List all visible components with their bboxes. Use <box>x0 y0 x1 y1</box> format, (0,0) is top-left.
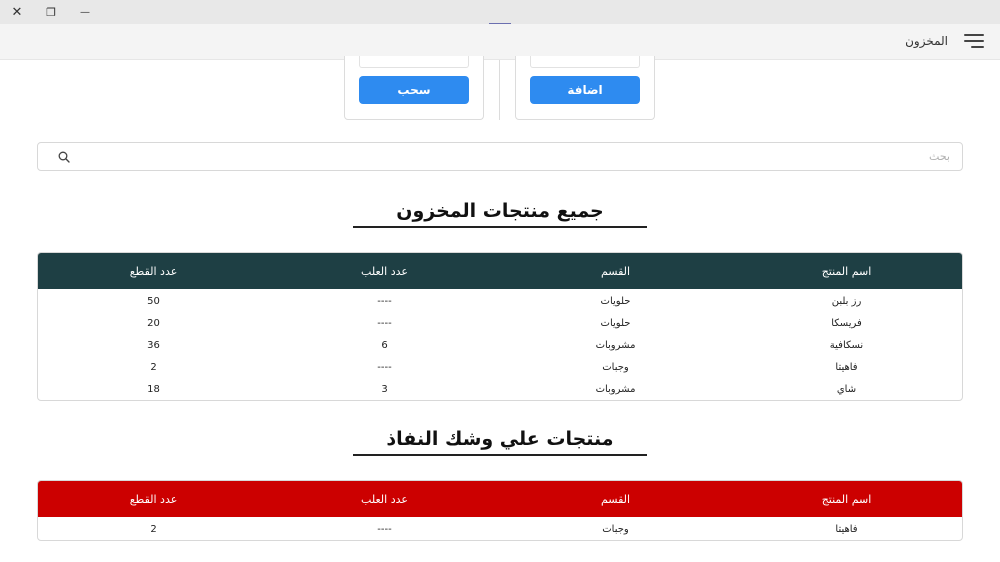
table-cell: 18 <box>147 383 160 395</box>
search-icon[interactable] <box>58 151 70 163</box>
minimize-icon[interactable]: — <box>68 0 102 24</box>
table-cell: 20 <box>147 317 160 329</box>
table-cell: حلويات <box>600 295 631 307</box>
column-header: القسم <box>600 492 631 506</box>
table-cell: ---- <box>377 317 392 329</box>
table-cell: 2 <box>150 523 157 535</box>
column-header: عدد العلب <box>361 264 408 278</box>
column-header: القسم <box>600 264 631 278</box>
table-row[interactable]: نسكافية مشروبات 6 36 <box>38 334 962 356</box>
table-header: اسم المنتج القسم عدد العلب عدد القطع <box>38 253 962 289</box>
table-cell: 6 <box>381 339 388 351</box>
table-body: رز بلبن حلويات ---- 50 فريسكا حلويات ---- 20 نسك… <box>38 289 962 400</box>
table-cell: شاي <box>836 383 857 395</box>
app-bar: المخزون <box>0 24 1000 60</box>
column-header: عدد القطع <box>129 492 178 506</box>
table-cell: حلويات <box>600 317 631 329</box>
table-cell: فاهيتا <box>835 361 858 373</box>
restore-icon[interactable]: ❐ <box>34 0 68 24</box>
divider <box>499 60 500 120</box>
table-cell: 36 <box>147 339 160 351</box>
column-header: عدد القطع <box>129 264 178 278</box>
window-titlebar: ✕ ❐ — <box>0 0 1000 24</box>
table-cell: نسكافية <box>829 339 864 351</box>
all-products-table: اسم المنتج القسم عدد العلب عدد القطع رز بلب… <box>37 252 963 401</box>
table-cell: مشروبات <box>595 339 636 351</box>
table-row[interactable]: فاهيتا وجبات ---- 2 <box>38 518 962 540</box>
search-input[interactable] <box>78 143 958 170</box>
hamburger-icon[interactable] <box>964 33 984 49</box>
page-title: المخزون <box>905 34 948 48</box>
table-row[interactable]: شاي مشروبات 3 18 <box>38 378 962 400</box>
withdraw-button[interactable]: سحب <box>359 76 469 104</box>
table-row[interactable]: رز بلبن حلويات ---- 50 <box>38 290 962 312</box>
table-cell: مشروبات <box>595 383 636 395</box>
table-cell: 3 <box>381 383 388 395</box>
table-cell: وجبات <box>602 523 629 535</box>
add-button[interactable]: اضافة <box>530 76 640 104</box>
table-cell: ---- <box>377 295 392 307</box>
table-row[interactable]: فاهيتا وجبات ---- 2 <box>38 356 962 378</box>
add-quantity-field[interactable] <box>530 56 640 68</box>
all-products-title: جميع منتجات المخزون <box>353 200 647 228</box>
column-header: عدد العلب <box>361 492 408 506</box>
table-row[interactable]: فريسكا حلويات ---- 20 <box>38 312 962 334</box>
column-header: اسم المنتج <box>821 264 872 278</box>
table-cell: وجبات <box>602 361 629 373</box>
table-cell: 50 <box>147 295 160 307</box>
table-body: فاهيتا وجبات ---- 2 <box>38 517 962 540</box>
table-cell: ---- <box>377 361 392 373</box>
table-cell: فريسكا <box>831 317 862 329</box>
close-icon[interactable]: ✕ <box>0 0 34 24</box>
table-cell: فاهيتا <box>835 523 858 535</box>
search-bar <box>37 142 963 171</box>
add-card: اضافة <box>515 56 655 120</box>
withdraw-card: سحب <box>344 56 484 120</box>
table-cell: ---- <box>377 523 392 535</box>
table-cell: 2 <box>150 361 157 373</box>
table-header: اسم المنتج القسم عدد العلب عدد القطع <box>38 481 962 517</box>
low-stock-title: منتجات علي وشك النفاذ <box>353 428 647 456</box>
withdraw-quantity-field[interactable] <box>359 56 469 68</box>
table-cell: رز بلبن <box>831 295 862 307</box>
low-stock-table: اسم المنتج القسم عدد العلب عدد القطع فاهيتا… <box>37 480 963 541</box>
column-header: اسم المنتج <box>821 492 872 506</box>
